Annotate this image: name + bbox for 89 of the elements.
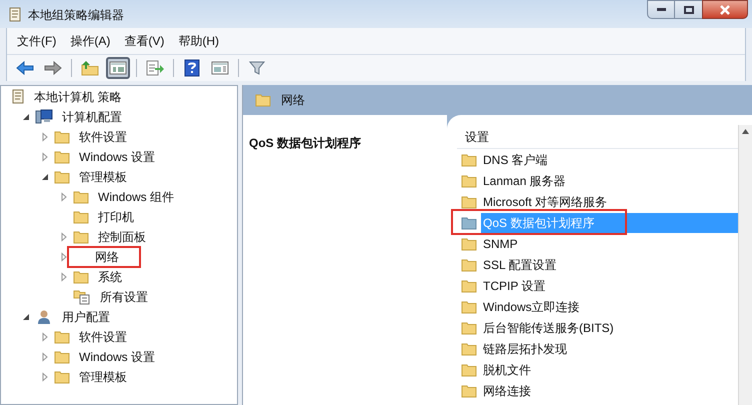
list-item[interactable]: DNS 客户端 [481, 150, 738, 170]
folder-icon [461, 320, 477, 334]
expand-arrow-icon[interactable] [59, 252, 69, 262]
filter-icon [249, 60, 265, 76]
description-title: QoS 数据包计划程序 [249, 136, 362, 150]
list-item[interactable]: Lanman 服务器 [481, 170, 738, 190]
settings-page-icon [73, 289, 91, 305]
folder-icon [54, 130, 70, 144]
tree-item[interactable]: 用户配置 [57, 306, 115, 328]
list-item[interactable]: SNMP [481, 234, 738, 254]
list-item[interactable]: 脱机文件 [481, 360, 738, 380]
folder-icon [461, 236, 477, 250]
close-button[interactable] [702, 0, 748, 19]
collapse-arrow-icon[interactable] [21, 312, 31, 322]
minimize-button[interactable] [647, 0, 675, 19]
back-arrow-icon [16, 61, 34, 75]
list-item[interactable]: Windows立即连接 [481, 296, 738, 316]
tree-item[interactable]: Windows 设置 [74, 146, 160, 168]
tree-item[interactable]: 网络 [67, 246, 141, 268]
menu-item[interactable]: 帮助(H) [178, 32, 219, 50]
folder-icon [73, 230, 89, 244]
folder-up-icon [81, 60, 99, 76]
close-icon [719, 4, 731, 14]
tree-item[interactable]: 管理模板 [74, 166, 132, 188]
window-title: 本地组策略编辑器 [28, 7, 124, 24]
folder-icon [54, 330, 70, 344]
tree-item[interactable]: 软件设置 [74, 126, 132, 148]
tree-item[interactable]: 所有设置 [95, 286, 153, 308]
user-icon [35, 309, 53, 325]
folder-icon [73, 190, 89, 204]
list-item[interactable]: 链路层拓扑发现 [481, 338, 738, 358]
collapse-arrow-icon[interactable] [21, 112, 31, 122]
folder-icon [461, 362, 477, 376]
expand-arrow-icon[interactable] [59, 232, 69, 242]
folder-icon [73, 270, 89, 284]
column-header[interactable]: 设置 [457, 125, 738, 149]
forward-arrow-icon [44, 61, 62, 75]
collapse-arrow-icon[interactable] [40, 172, 50, 182]
tree-item[interactable]: Windows 设置 [74, 346, 160, 368]
tree-item[interactable]: Windows 组件 [93, 186, 180, 208]
list-item[interactable]: 网络连接 [481, 380, 738, 400]
folder-icon [461, 194, 477, 208]
expand-arrow-icon[interactable] [59, 192, 69, 202]
export-list-icon [146, 60, 164, 76]
scroll-icon [8, 7, 22, 23]
list-item[interactable]: Microsoft 对等网络服务 [481, 192, 738, 212]
tree-item[interactable]: 本地计算机 策略 [29, 86, 126, 108]
scroll-up-icon[interactable] [742, 129, 749, 134]
tree-panel-icon [109, 60, 127, 76]
scroll-icon [11, 89, 25, 105]
menu-item[interactable]: 文件(F) [17, 32, 56, 50]
expand-arrow-icon[interactable] [59, 272, 69, 282]
folder-icon [461, 216, 477, 230]
maximize-button[interactable] [675, 0, 702, 19]
header-title: 网络 [281, 92, 305, 109]
toolbar-button[interactable] [106, 57, 130, 79]
expand-arrow-icon[interactable] [40, 152, 50, 162]
computer-icon [35, 109, 53, 125]
tree-item[interactable]: 计算机配置 [57, 106, 127, 128]
expand-arrow-icon[interactable] [40, 352, 50, 362]
folder-icon [255, 93, 271, 107]
tree-item[interactable]: 软件设置 [74, 326, 132, 348]
folder-icon [54, 350, 70, 364]
folder-icon [54, 170, 70, 184]
folder-icon [461, 278, 477, 292]
folder-icon [54, 150, 70, 164]
list-item[interactable]: SSL 配置设置 [481, 254, 738, 274]
tree-item[interactable]: 系统 [93, 266, 127, 288]
folder-icon [461, 174, 477, 188]
expand-arrow-icon[interactable] [40, 372, 50, 382]
folder-icon [461, 342, 477, 356]
tree-item[interactable]: 管理模板 [74, 366, 132, 388]
help-icon [184, 59, 200, 77]
expand-arrow-icon[interactable] [40, 132, 50, 142]
folder-icon [54, 370, 70, 384]
scrollbar[interactable] [738, 125, 752, 405]
tree-item[interactable]: 打印机 [93, 206, 139, 228]
list-item[interactable]: 后台智能传送服务(BITS) [481, 318, 738, 338]
panel-icon [211, 60, 229, 76]
folder-icon [461, 258, 477, 272]
expand-arrow-icon[interactable] [40, 332, 50, 342]
folder-icon [73, 210, 89, 224]
folder-icon [461, 300, 477, 314]
menu-item[interactable]: 查看(V) [124, 32, 164, 50]
list-item[interactable]: TCPIP 设置 [481, 276, 738, 296]
tree-item[interactable]: 控制面板 [93, 226, 151, 248]
folder-icon [461, 152, 477, 166]
menu-item[interactable]: 操作(A) [70, 32, 110, 50]
folder-icon [461, 384, 477, 398]
